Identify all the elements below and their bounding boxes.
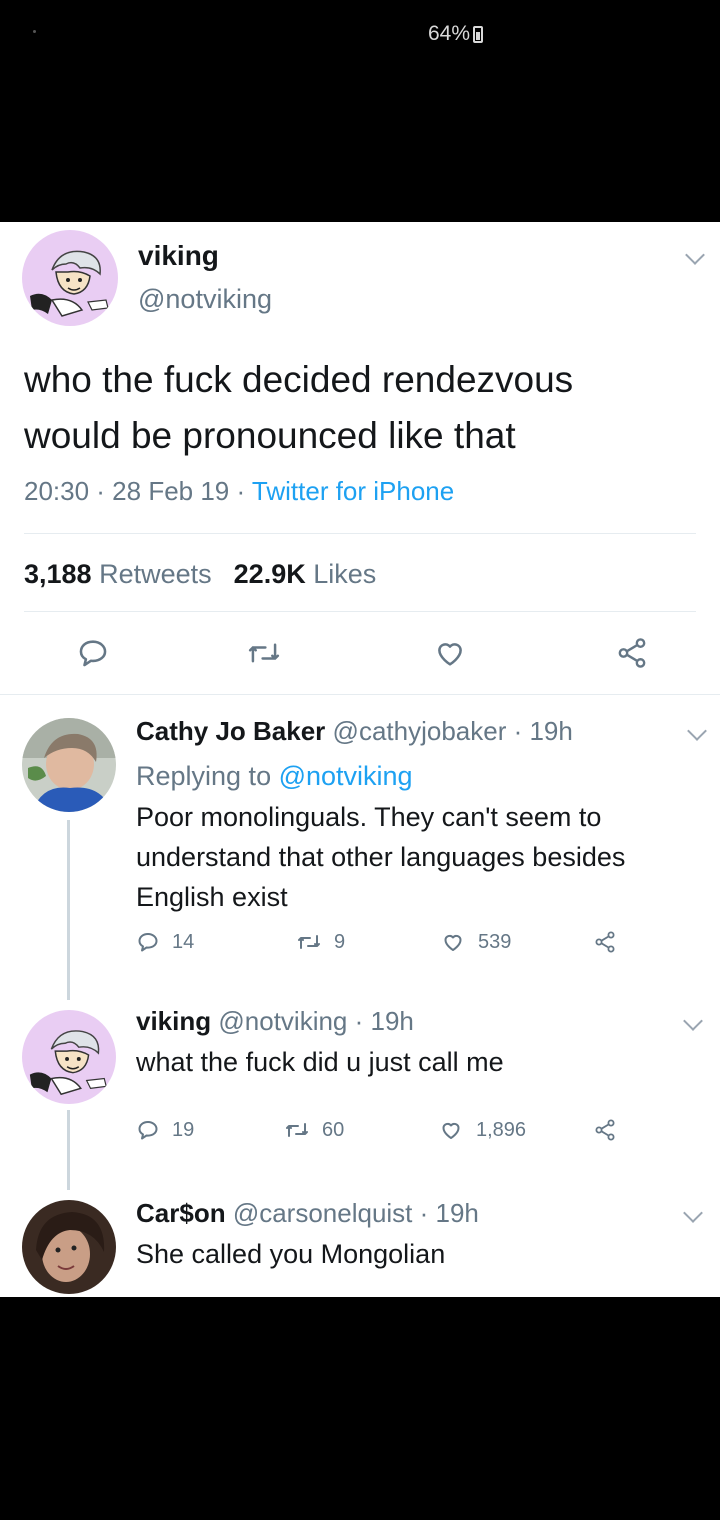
reply-header: Car$on @carsonelquist · 19h	[136, 1198, 479, 1229]
author-handle[interactable]: @notviking	[138, 284, 272, 315]
chevron-down-icon[interactable]	[683, 1203, 703, 1223]
like-button[interactable]: 539	[440, 930, 511, 954]
reply-author-name[interactable]: Cathy Jo Baker	[136, 716, 325, 746]
reply-button[interactable]	[76, 636, 110, 670]
chevron-down-icon[interactable]	[683, 1011, 703, 1031]
reply-count: 14	[172, 930, 195, 953]
reply-icon	[136, 930, 160, 954]
like-count: 539	[478, 930, 512, 953]
chevron-down-icon[interactable]	[687, 721, 707, 741]
reply-text-line: what the fuck did u just call me	[136, 1047, 504, 1077]
tweet-text: who the fuck decided rendezvous would be…	[24, 352, 694, 464]
reply-author-handle[interactable]: @cathyjobaker · 19h	[333, 716, 573, 746]
tweet-stats: 3,188 Retweets 22.9K Likes	[24, 559, 376, 590]
share-icon	[614, 636, 650, 670]
share-icon	[592, 930, 618, 954]
reply-text: She called you Mongolian	[136, 1234, 696, 1274]
status-bar: 64%	[0, 0, 720, 222]
battery-percent: 64%	[428, 22, 471, 45]
replying-to-link[interactable]: @notviking	[279, 761, 413, 791]
retweets-label[interactable]: Retweets	[99, 559, 212, 589]
like-button[interactable]	[432, 636, 468, 670]
tweet-meta: 20:30 · 28 Feb 19 · Twitter for iPhone	[24, 476, 454, 507]
reply-text-line: English exist	[136, 882, 288, 912]
reply-button[interactable]: 19	[136, 1118, 194, 1142]
reply-author-handle[interactable]: @carsonelquist · 19h	[233, 1198, 479, 1228]
divider	[24, 611, 696, 612]
reply-action-bar: 19 60 1,896	[0, 1118, 720, 1158]
reply-author-name[interactable]: Car$on	[136, 1198, 226, 1228]
avatar-cathy-jo-baker[interactable]	[22, 718, 116, 812]
reply-header: Cathy Jo Baker @cathyjobaker · 19h	[136, 716, 573, 747]
reply-action-bar: 14 9 539	[0, 930, 720, 970]
share-button[interactable]	[592, 1118, 618, 1142]
like-button[interactable]: 1,896	[438, 1118, 526, 1142]
tweet-thread: viking @notviking who the fuck decided r…	[0, 222, 720, 1297]
likes-label[interactable]: Likes	[313, 559, 376, 589]
author-name[interactable]: viking	[138, 240, 219, 272]
retweet-button[interactable]: 9	[296, 930, 345, 954]
battery-icon	[473, 25, 484, 43]
reply-header: viking @notviking · 19h	[136, 1006, 414, 1037]
likes-count[interactable]: 22.9K	[234, 559, 306, 589]
avatar-carson[interactable]	[22, 1200, 116, 1294]
like-icon	[440, 930, 466, 954]
replying-prefix: Replying to	[136, 761, 279, 791]
avatar-viking[interactable]	[22, 230, 118, 326]
reply-icon	[76, 636, 110, 670]
reply-author-handle[interactable]: @notviking · 19h	[218, 1006, 414, 1036]
like-icon	[432, 636, 468, 670]
replying-to: Replying to @notviking	[136, 756, 696, 796]
reply-icon	[136, 1118, 160, 1142]
status-dot	[33, 30, 36, 33]
battery-indicator: 64%	[428, 22, 484, 46]
reply-text-line: understand that other languages besides	[136, 842, 626, 872]
bottom-black-area	[0, 1297, 720, 1520]
main-action-bar	[0, 636, 720, 676]
tweet-source[interactable]: Twitter for iPhone	[252, 476, 454, 506]
retweet-icon	[296, 930, 322, 954]
like-icon	[438, 1118, 464, 1142]
share-icon	[592, 1118, 618, 1142]
tweet-text-line: who the fuck decided rendezvous	[24, 359, 574, 400]
reply-text-line: She called you Mongolian	[136, 1239, 446, 1269]
share-button[interactable]	[614, 636, 650, 670]
reply-button[interactable]: 14	[136, 930, 194, 954]
divider	[24, 533, 696, 534]
reply-text: Poor monolinguals. They can't seem to un…	[136, 797, 696, 917]
reply-count: 19	[172, 1118, 195, 1141]
avatar-viking[interactable]	[22, 1010, 116, 1104]
retweet-count: 9	[334, 930, 346, 953]
chevron-down-icon[interactable]	[685, 245, 705, 265]
retweet-count: 60	[322, 1118, 345, 1141]
reply-author-name[interactable]: viking	[136, 1006, 211, 1036]
retweets-count[interactable]: 3,188	[24, 559, 92, 589]
divider	[0, 694, 720, 695]
reply-text-line: Poor monolinguals. They can't seem to	[136, 802, 602, 832]
retweet-icon	[246, 636, 282, 670]
thread-line	[67, 820, 70, 1000]
retweet-button[interactable]: 60	[284, 1118, 344, 1142]
tweet-timestamp: 20:30 · 28 Feb 19 ·	[24, 476, 252, 506]
tweet-text-line: would be pronounced like that	[24, 415, 516, 456]
retweet-button[interactable]	[246, 636, 282, 670]
share-button[interactable]	[592, 930, 618, 954]
reply-text: what the fuck did u just call me	[136, 1042, 696, 1082]
like-count: 1,896	[476, 1118, 527, 1141]
retweet-icon	[284, 1118, 310, 1142]
